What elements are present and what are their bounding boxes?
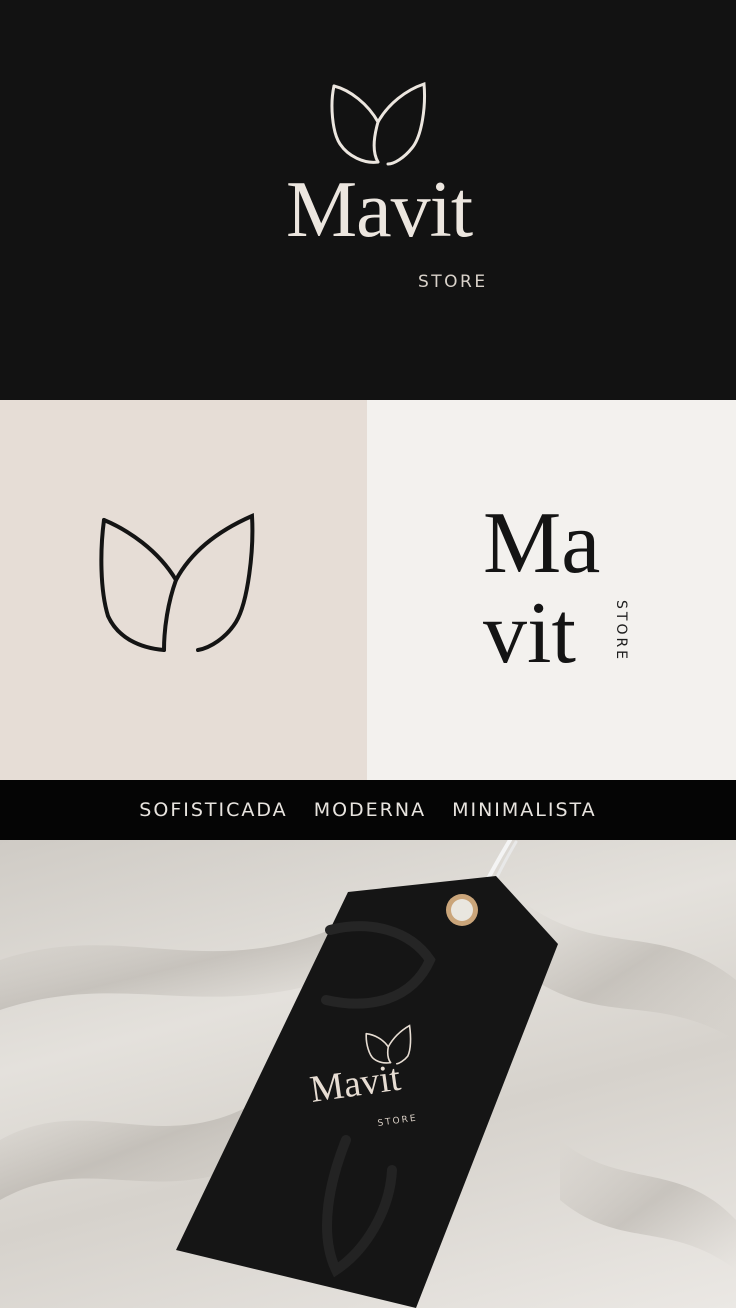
wordmark-line-1: Ma: [483, 495, 601, 592]
hang-tag-mockup: Mavit STORE: [0, 840, 736, 1308]
value-minimalista: MINIMALISTA: [452, 799, 597, 821]
top-dark-panel: Mavit STORE: [0, 0, 736, 400]
beige-logo-panel: [0, 400, 367, 780]
leaf-m-icon: [99, 513, 255, 652]
stacked-wordmark-panel: Ma vit STORE: [367, 400, 736, 780]
brand-tagline: STORE: [418, 272, 488, 292]
wordmark-line-2: vit: [483, 585, 576, 682]
value-moderna: MODERNA: [313, 799, 427, 821]
vertical-tagline: STORE: [613, 600, 629, 663]
brand-wordmark: Mavit: [285, 166, 473, 254]
brand-values-strip: SOFISTICADA MODERNA MINIMALISTA: [0, 780, 736, 840]
leaf-m-icon: [330, 81, 426, 166]
hang-tag: Mavit STORE: [176, 840, 558, 1308]
value-sofisticada: SOFISTICADA: [139, 799, 288, 821]
